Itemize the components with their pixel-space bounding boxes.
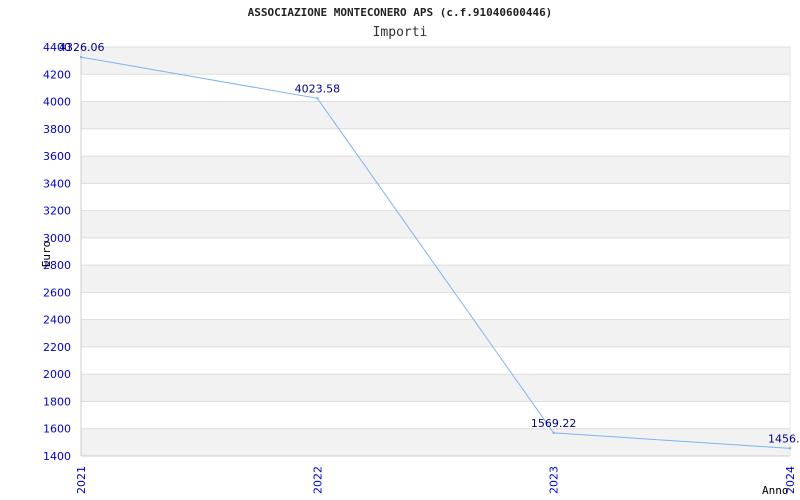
grid-band [81, 319, 790, 347]
line-chart: 4400420040003800360034003200300028002600… [40, 41, 800, 497]
grid-band [81, 156, 790, 184]
y-tick-label: 2000 [43, 368, 71, 381]
grid-band [81, 210, 790, 238]
y-axis-label: Euro [40, 241, 53, 268]
data-label: 4326.06 [59, 41, 105, 54]
grid-band [81, 265, 790, 293]
y-tick-label: 2600 [43, 286, 71, 299]
data-label: 1456.3 [768, 432, 800, 445]
data-point [552, 431, 555, 435]
x-axis-label: Anno [762, 484, 789, 497]
data-point [79, 55, 83, 59]
y-tick-label: 1800 [43, 395, 71, 408]
data-point [788, 447, 792, 450]
x-tick-label: 2021 [75, 466, 88, 494]
y-tick-label: 3600 [43, 150, 71, 163]
grid-band [81, 428, 790, 456]
y-tick-label: 2400 [43, 314, 71, 327]
data-label: 1569.22 [531, 417, 577, 430]
y-tick-label: 3800 [43, 123, 71, 136]
data-point [316, 97, 319, 100]
x-tick-label: 2022 [311, 466, 324, 494]
y-tick-label: 3200 [43, 205, 71, 218]
y-tick-label: 2200 [43, 341, 71, 354]
grid-band [81, 47, 790, 75]
y-tick-label: 4000 [43, 96, 71, 109]
grid-band [81, 374, 790, 402]
grid-band [81, 101, 790, 129]
data-label: 4023.58 [295, 82, 341, 95]
y-tick-label: 4200 [43, 68, 71, 81]
x-tick-label: 2023 [548, 466, 561, 494]
y-tick-label: 3400 [43, 177, 71, 190]
y-tick-label: 1400 [43, 450, 71, 463]
y-tick-label: 1600 [43, 423, 71, 436]
